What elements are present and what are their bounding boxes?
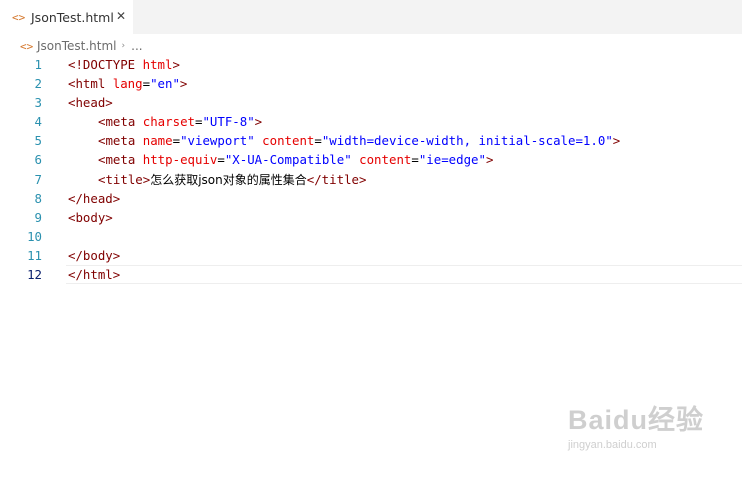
code-token: =: [142, 76, 151, 92]
code-line[interactable]: 12 </html>: [0, 265, 742, 285]
code-token: <!DOCTYPE: [68, 57, 143, 72]
code-text: </html>: [68, 265, 120, 284]
code-text: <meta charset="UTF-8">: [68, 112, 262, 131]
code-token: </body>: [68, 247, 121, 263]
code-token: =: [314, 133, 322, 149]
code-token: <meta: [98, 152, 143, 168]
code-text: <head>: [68, 93, 113, 112]
code-token: </html>: [68, 267, 121, 283]
code-token: =: [172, 133, 181, 149]
code-line[interactable]: 10: [0, 227, 742, 246]
html-file-icon: <>: [20, 39, 34, 53]
code-text: <meta name="viewport" content="width=dev…: [68, 131, 620, 150]
breadcrumb-more[interactable]: ...: [131, 39, 142, 53]
code-token: html: [142, 57, 173, 72]
code-token: <html: [68, 76, 113, 92]
line-number: 2: [34, 76, 42, 92]
line-number: 3: [34, 95, 42, 111]
code-line[interactable]: 6 <meta http-equiv="X-UA-Compatible" cont…: [0, 150, 742, 169]
breadcrumb-file[interactable]: JsonTest.html: [37, 39, 117, 53]
code-line[interactable]: 5 <meta name="viewport" content="width=de…: [0, 131, 742, 150]
line-number: 4: [34, 114, 42, 130]
code-token: <head>: [68, 95, 113, 111]
code-line[interactable]: 2 <html lang="en">: [0, 74, 742, 93]
code-text: <title>怎么获取json对象的属性集合</title>: [68, 170, 366, 190]
code-text: <body>: [68, 208, 113, 227]
html-file-icon: <>: [12, 10, 26, 24]
code-token: "X-UA-Compatible": [224, 152, 352, 168]
code-text: <!DOCTYPE html>: [68, 55, 180, 74]
code-token: <title>: [98, 171, 151, 187]
code-token: <meta: [98, 114, 143, 130]
code-line[interactable]: 8 </head>: [0, 189, 742, 208]
code-line[interactable]: 3 <head>: [0, 93, 742, 112]
code-token: <meta: [98, 133, 143, 149]
code-line[interactable]: 1 <!DOCTYPE html>: [0, 55, 742, 74]
code-token: <body>: [68, 209, 113, 225]
code-token: >: [179, 76, 188, 92]
code-token: charset: [142, 114, 195, 130]
tab-label: JsonTest.html: [31, 9, 114, 25]
line-number: 8: [34, 190, 42, 206]
code-token: </title>: [306, 171, 367, 187]
breadcrumb: <> JsonTest.html › ...: [0, 36, 143, 56]
line-number: 10: [27, 228, 42, 244]
code-token: "width=device-width, initial-scale=1.0": [321, 133, 613, 149]
code-token: content: [262, 133, 315, 149]
code-text: <html lang="en">: [68, 74, 187, 93]
code-token: "ie=edge": [418, 152, 486, 168]
line-number: 9: [34, 209, 42, 225]
code-token: "en": [150, 76, 180, 92]
line-number: 1: [34, 57, 42, 72]
code-line[interactable]: 9 <body>: [0, 208, 742, 227]
code-token: name: [142, 133, 173, 149]
code-token: >: [172, 57, 180, 72]
code-token: "viewport": [180, 133, 255, 149]
editor-tab-bar: <> JsonTest.html ✕: [0, 0, 742, 34]
watermark-logo: Baidu经验: [568, 405, 705, 435]
line-number: 7: [34, 171, 42, 187]
code-token: http-equiv: [142, 152, 218, 168]
close-icon[interactable]: ✕: [116, 9, 126, 23]
code-token: =: [217, 152, 225, 168]
code-token: "UTF-8": [202, 114, 255, 130]
code-token: content: [359, 152, 412, 168]
line-number: 11: [27, 247, 42, 263]
code-token: </head>: [68, 190, 121, 206]
code-token: >: [485, 152, 494, 168]
code-editor[interactable]: 1 <!DOCTYPE html> 2 <html lang="en"> 3 <head>…: [0, 55, 742, 285]
code-token: =: [411, 152, 419, 168]
code-text: <meta http-equiv="X-UA-Compatible" conte…: [68, 150, 493, 169]
code-token: lang: [112, 76, 143, 92]
line-number: 6: [34, 152, 42, 168]
code-line[interactable]: 4 <meta charset="UTF-8">: [0, 112, 742, 131]
code-token: 怎么获取json对象的属性集合: [150, 172, 307, 187]
baidu-jingyan-watermark: Baidu经验 jingyan.baidu.com: [568, 398, 728, 468]
code-token: >: [612, 133, 621, 149]
code-line[interactable]: 7 <title>怎么获取json对象的属性集合</title>: [0, 170, 742, 189]
tab-jsontest-html[interactable]: <> JsonTest.html ✕: [0, 0, 133, 34]
code-line[interactable]: 11 </body>: [0, 246, 742, 265]
chevron-right-icon: ›: [121, 41, 126, 51]
code-token: >: [254, 114, 263, 130]
line-number: 5: [34, 133, 42, 149]
line-number: 12: [27, 267, 42, 283]
watermark-url: jingyan.baidu.com: [568, 439, 657, 451]
code-text: </body>: [68, 246, 120, 265]
code-text: </head>: [68, 189, 120, 208]
